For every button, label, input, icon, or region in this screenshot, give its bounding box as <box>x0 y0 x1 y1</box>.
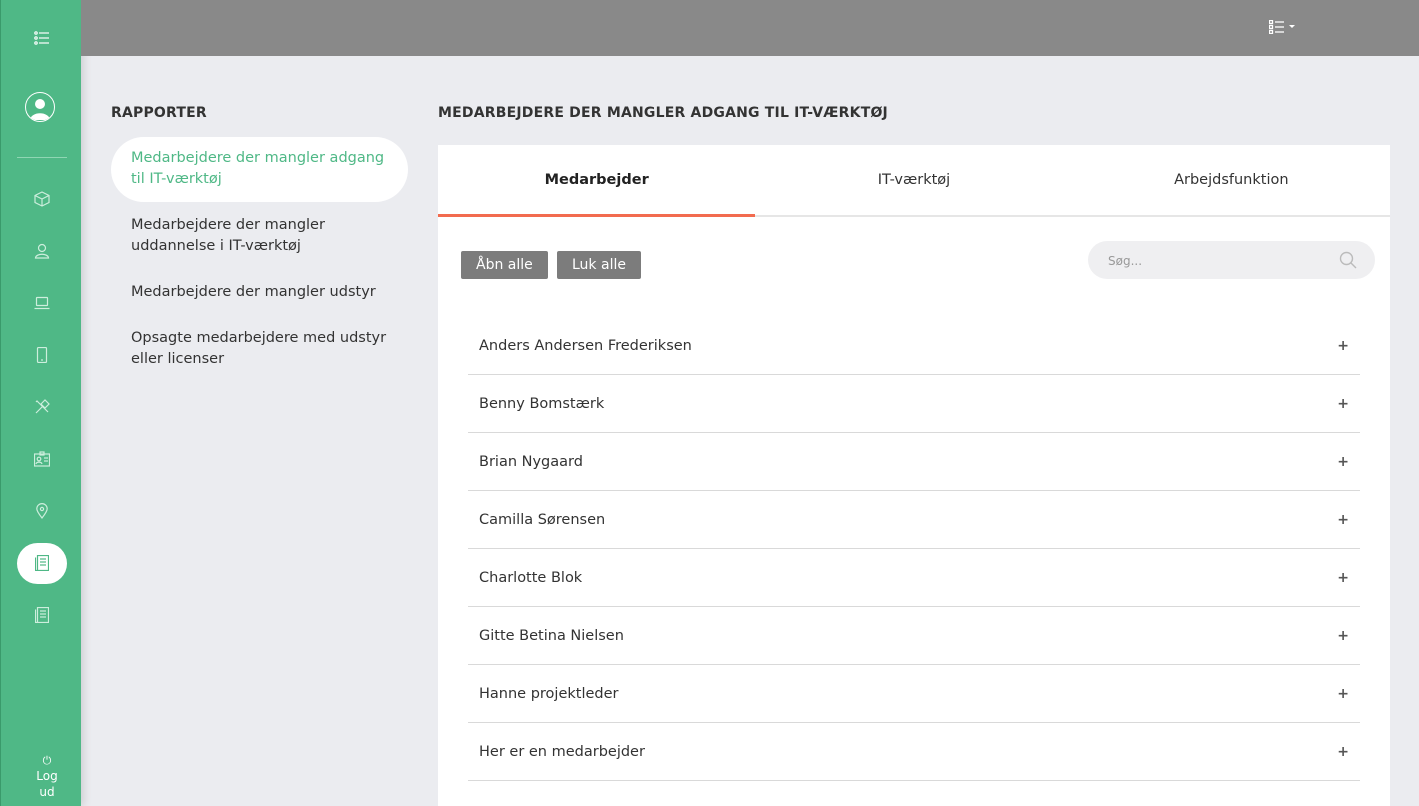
sidebar-divider <box>17 157 67 158</box>
open-all-button[interactable]: Åbn alle <box>461 251 548 279</box>
tab-employee[interactable]: Medarbejder <box>438 145 756 217</box>
employee-name: Camilla Sørensen <box>479 511 606 528</box>
view-menu-dropdown[interactable] <box>1269 20 1295 34</box>
sidebar-item-overview[interactable] <box>1 23 82 53</box>
page-title: MEDARBEJDERE DER MANGLER ADGANG TIL IT-V… <box>438 105 888 121</box>
list-item[interactable]: Her er en medarbejder + <box>468 723 1360 781</box>
report-list: Medarbejdere der mangler adgang til IT-v… <box>111 137 408 384</box>
expand-icon[interactable]: + <box>1337 454 1349 470</box>
sidebar-item-locations[interactable] <box>1 496 82 526</box>
document-icon <box>34 607 49 623</box>
employee-name: Gitte Betina Nielsen <box>479 627 624 644</box>
list-item[interactable]: Gitte Betina Nielsen + <box>468 607 1360 665</box>
sidebar: ⏻ Log ud <box>0 0 81 806</box>
report-item-terminated-employees[interactable]: Opsagte medarbejdere med udstyr eller li… <box>111 317 408 382</box>
expand-icon[interactable]: + <box>1337 570 1349 586</box>
sidebar-item-reports[interactable] <box>17 543 67 584</box>
list-item[interactable]: Camilla Sørensen + <box>468 491 1360 549</box>
top-header <box>81 0 1419 56</box>
expand-icon[interactable]: + <box>1337 686 1349 702</box>
report-panel: Medarbejder IT-værktøj Arbejdsfunktion Å… <box>438 145 1390 806</box>
tools-icon <box>35 399 50 414</box>
power-icon: ⏻ <box>42 754 52 767</box>
list-item[interactable]: Brian Nygaard + <box>468 433 1360 491</box>
sidebar-item-devices[interactable] <box>1 340 82 370</box>
sidebar-item-logs[interactable] <box>1 600 82 630</box>
search-icon[interactable] <box>1339 251 1357 273</box>
expand-icon[interactable]: + <box>1337 396 1349 412</box>
expand-icon[interactable]: + <box>1337 744 1349 760</box>
logout-label: Log ud <box>36 769 58 799</box>
list-item[interactable]: Charlotte Blok + <box>468 549 1360 607</box>
sidebar-item-employees[interactable] <box>1 236 82 266</box>
employee-name: Her er en medarbejder <box>479 743 645 760</box>
user-icon <box>34 243 49 259</box>
expand-icon[interactable]: + <box>1337 338 1349 354</box>
report-item-missing-access[interactable]: Medarbejdere der mangler adgang til IT-v… <box>111 137 408 202</box>
mobile-icon <box>36 347 47 363</box>
map-pin-icon <box>35 503 48 519</box>
user-avatar-icon <box>30 99 50 120</box>
employee-name: Charlotte Blok <box>479 569 583 586</box>
employee-name: Brian Nygaard <box>479 453 583 470</box>
box-icon <box>33 191 50 207</box>
list-item[interactable]: Anders Andersen Frederiksen + <box>468 317 1360 375</box>
list-icon <box>1269 20 1284 34</box>
sidebar-item-packages[interactable] <box>1 184 82 214</box>
list-item[interactable]: Hanne projektleder + <box>468 665 1360 723</box>
employee-name: Hanne projektleder <box>479 685 619 702</box>
report-item-missing-equipment[interactable]: Medarbejdere der mangler udstyr <box>111 271 408 315</box>
list-item[interactable]: Benny Bomstærk + <box>468 375 1360 433</box>
report-item-missing-training[interactable]: Medarbejdere der mangler uddannelse i IT… <box>111 204 408 269</box>
employee-name: Anders Andersen Frederiksen <box>479 337 692 354</box>
sidebar-item-equipment[interactable] <box>1 288 82 318</box>
employee-list: Anders Andersen Frederiksen + Benny Bomst… <box>468 317 1360 781</box>
tab-it-tool[interactable]: IT-værktøj <box>755 145 1072 215</box>
laptop-icon <box>34 296 49 310</box>
sidebar-item-functions[interactable] <box>1 444 82 474</box>
id-card-icon <box>33 451 50 467</box>
reports-heading: RAPPORTER <box>111 105 207 121</box>
employee-name: Benny Bomstærk <box>479 395 605 412</box>
search-input[interactable] <box>1106 250 1330 272</box>
chevron-down-icon <box>1289 24 1295 28</box>
close-all-button[interactable]: Luk alle <box>557 251 641 279</box>
sidebar-item-profile[interactable] <box>25 92 55 122</box>
search-box <box>1088 241 1375 279</box>
report-icon <box>35 555 49 571</box>
tab-job-function[interactable]: Arbejdsfunktion <box>1073 145 1390 215</box>
expand-icon[interactable]: + <box>1337 628 1349 644</box>
sidebar-item-tools[interactable] <box>1 392 82 422</box>
expand-icon[interactable]: + <box>1337 512 1349 528</box>
list-icon <box>33 31 49 45</box>
tab-bar: Medarbejder IT-værktøj Arbejdsfunktion <box>438 145 1390 217</box>
logout-button[interactable]: ⏻ Log ud <box>29 754 65 800</box>
